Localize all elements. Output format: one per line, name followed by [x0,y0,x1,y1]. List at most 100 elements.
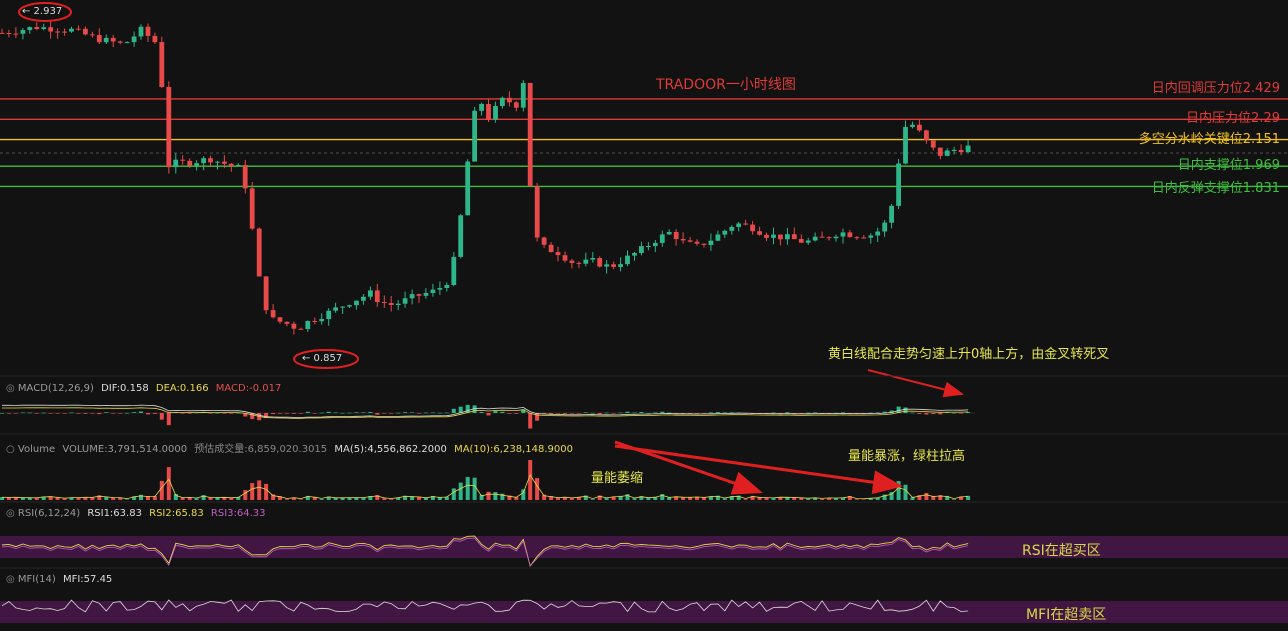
macd-histogram-bar [493,410,498,413]
candle-body [507,97,512,103]
candle-body [173,159,179,168]
volume-bar [535,478,540,500]
candle-body [965,145,971,153]
volume-bar [604,498,609,500]
volume-bar [319,499,324,500]
macd-histogram-bar [312,413,317,414]
candle-body [458,215,464,257]
candle-body [826,237,832,239]
macd-histogram-bar [152,413,157,414]
macd-histogram-bar [437,412,442,414]
candle-body [659,234,665,243]
macd-histogram-bar [702,413,706,414]
volume-bar [569,498,574,500]
macd-histogram-bar [632,412,637,414]
candle-body [381,302,387,303]
macd-histogram-bar [340,412,345,414]
volume-value: VOLUME:3,791,514.0000 [62,444,188,455]
candle-body [701,243,707,245]
macd-histogram-bar [291,413,296,414]
macd-histogram-bar [528,413,533,429]
macd-histogram-bar [417,413,421,414]
candle-body [708,240,714,245]
volume-bar [423,497,428,500]
candle-body [889,205,894,223]
volume-bar [389,499,394,500]
candle-body [576,262,582,264]
volume-bar [896,481,901,500]
candle-body [319,319,325,322]
candle-body [798,239,804,243]
bell-icon[interactable]: ◎ [6,508,15,519]
bell-icon[interactable]: ◎ [6,383,15,394]
chart-title: TRADOOR一小时线图 [656,77,796,93]
volume-surge-annotation: 量能暴涨，绿柱拉高 [848,449,966,464]
macd-histogram-bar [590,412,595,414]
settings-circle-icon[interactable]: ○ [6,444,15,455]
macd-histogram-bar [34,413,39,414]
candle-body [847,232,853,238]
candle-body [951,150,957,151]
candle-body [930,140,936,148]
candle-body [472,110,477,162]
volume-bar [257,480,262,500]
candle-body [527,83,533,187]
candle-body [673,232,679,239]
macd-histogram-bar [90,413,95,414]
macd-histogram-bar [813,412,818,413]
macd-histogram-bar [910,412,915,414]
candle-body [513,102,519,108]
candle-body [604,264,610,267]
candle-body [298,328,304,330]
candle-body [90,34,95,36]
bell-icon[interactable]: ◎ [6,574,15,585]
macd-histogram-bar [48,413,53,414]
macd-histogram-bar [278,413,282,414]
volume-bar [590,499,595,500]
rsi-header: ◎ RSI(6,12,24) RSI1:63.83 RSI2:65.83 RSI… [6,508,266,519]
candle-body [228,163,234,166]
macd-params: MACD(12,26,9) [17,383,94,394]
rsi1-value: RSI1:63.83 [87,508,142,519]
volume-estimate: 预估成交量:6,859,020.3015 [194,444,328,455]
rsi3-value: RSI3:64.33 [210,508,266,519]
candle-body [750,224,755,232]
candle-body [354,300,359,306]
volume-bar [952,499,957,500]
volume-bar [458,482,463,500]
candle-body [62,31,67,33]
macd-histogram-bar [139,411,143,413]
macd-histogram-bar [486,413,491,416]
volume-bar [264,483,269,500]
macd-histogram-bar [618,412,623,414]
candle-body [764,234,769,238]
volume-bar [194,498,199,500]
rsi-band-annotation: RSI在超买区 [1022,543,1101,559]
candle-body [0,32,5,34]
candle-body [444,285,450,288]
low-price-marker: ← 0.857 [302,353,343,364]
macd-dif: DIF:0.158 [101,383,149,394]
macd-histogram-bar [653,412,658,414]
macd-histogram-bar [326,411,331,413]
macd-histogram-bar [104,412,109,413]
volume-bar [875,498,880,500]
candle-body [263,276,269,311]
macd-histogram-bar [347,412,352,414]
level-label-rebound-support: 日内反弹支撑位1.831 [1151,181,1280,196]
candle-body [437,288,443,290]
candle-body [215,161,220,163]
macd-histogram-bar [361,412,366,413]
candle-body [791,234,797,240]
candle-body [805,240,811,243]
volume-bar [771,498,776,500]
volume-bar [20,497,25,500]
candle-body [187,160,193,166]
volume-bar [646,497,651,500]
mfi-params: MFI(14) [17,574,56,585]
volume-bar [625,494,630,500]
volume-bar [806,498,811,500]
candle-body [124,42,130,44]
volume-bar [632,498,637,500]
rsi-params: RSI(6,12,24) [17,508,81,519]
